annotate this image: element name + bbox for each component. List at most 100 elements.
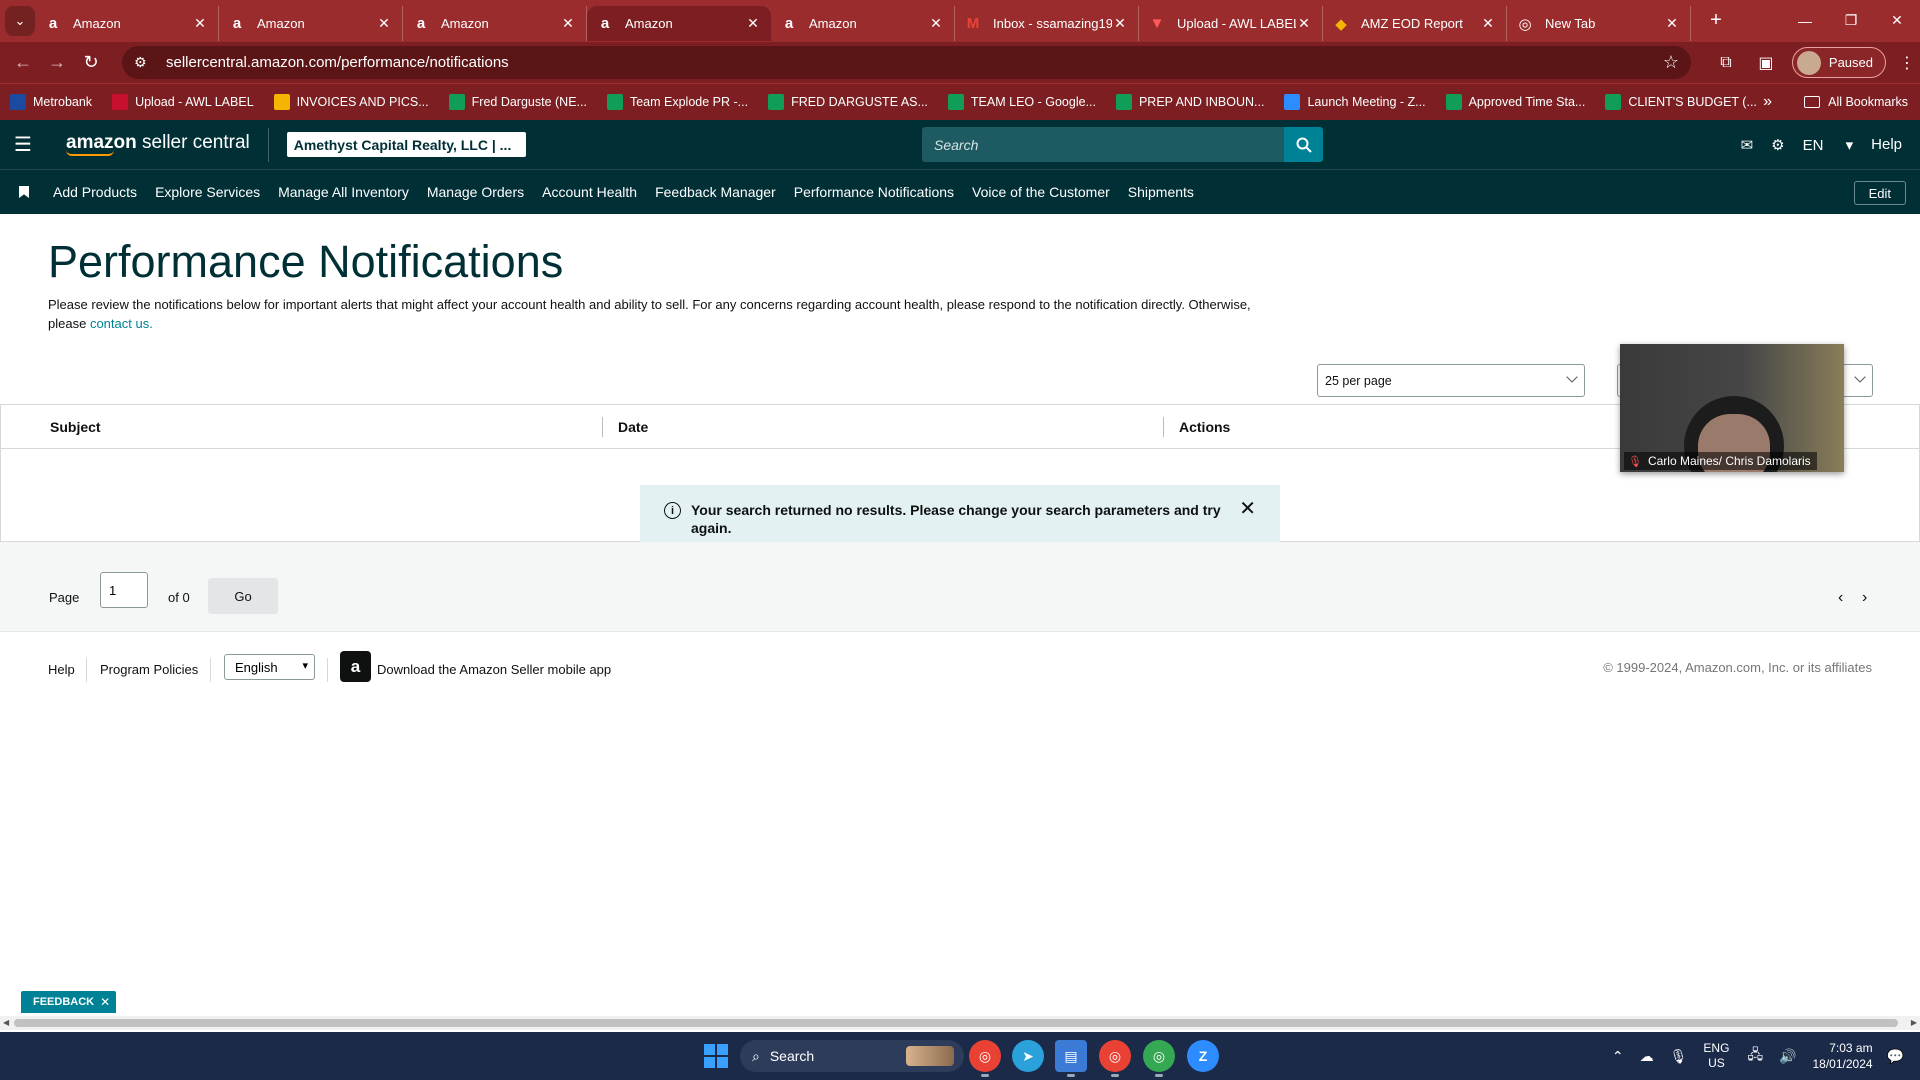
settings-gear-icon[interactable]: ⚙: [1771, 136, 1784, 154]
amazon-app-icon[interactable]: a: [340, 651, 371, 682]
more-bookmarks-icon[interactable]: »: [1763, 93, 1772, 111]
amazon-seller-central-logo[interactable]: amazon seller central: [66, 133, 250, 156]
browser-tab[interactable]: ▼ Upload - AWL LABEL ✕: [1139, 6, 1323, 41]
tab-search-chevron-icon[interactable]: ⌄: [5, 5, 35, 36]
close-icon[interactable]: ✕: [1239, 499, 1256, 519]
url-bar[interactable]: ⚙ sellercentral.amazon.com/performance/n…: [122, 46, 1691, 79]
go-button[interactable]: Go: [208, 578, 278, 614]
mail-icon[interactable]: ✉: [1741, 136, 1754, 154]
chevron-right-icon[interactable]: ›: [1862, 589, 1867, 607]
notepad-icon[interactable]: ▤: [1055, 1040, 1087, 1077]
clock[interactable]: 7:03 am 18/01/2024: [1813, 1040, 1873, 1072]
nav-item-account-health[interactable]: Account Health: [542, 184, 637, 200]
reload-icon[interactable]: ↻: [74, 52, 108, 73]
bookmark-item[interactable]: PREP AND INBOUN...: [1115, 94, 1264, 110]
bookmark-item[interactable]: INVOICES AND PICS...: [273, 94, 429, 110]
extensions-icon[interactable]: ⧉: [1706, 54, 1746, 72]
language-select[interactable]: English ▾: [224, 654, 315, 680]
all-bookmarks[interactable]: All Bookmarks: [1804, 95, 1908, 109]
language-selector[interactable]: EN ▾: [1803, 136, 1854, 154]
nav-item-voice-of-customer[interactable]: Voice of the Customer: [972, 184, 1110, 200]
column-subject[interactable]: Subject: [50, 405, 101, 449]
bookmark-item[interactable]: Launch Meeting - Z...: [1284, 94, 1426, 110]
microphone-icon[interactable]: 🎙: [1670, 1048, 1688, 1065]
scrollbar-thumb[interactable]: [14, 1019, 1898, 1027]
nav-item-add-products[interactable]: Add Products: [53, 184, 137, 200]
column-date[interactable]: Date: [618, 405, 648, 449]
forward-icon[interactable]: →: [40, 52, 74, 73]
chrome-icon[interactable]: ◎: [1143, 1040, 1175, 1077]
search-input[interactable]: [922, 127, 1284, 162]
nav-item-manage-inventory[interactable]: Manage All Inventory: [278, 184, 409, 200]
horizontal-scrollbar[interactable]: ◀ ▶: [0, 1016, 1920, 1030]
browser-tab[interactable]: a Amazon ✕: [403, 6, 587, 41]
more-menu-icon[interactable]: ⋮: [1894, 53, 1920, 73]
new-tab-plus-icon[interactable]: +: [1701, 9, 1731, 32]
restore-icon[interactable]: ❐: [1828, 0, 1874, 41]
profile-button[interactable]: Paused: [1791, 47, 1886, 78]
browser-tab[interactable]: a Amazon ✕: [35, 6, 219, 41]
cloud-off-icon[interactable]: ☁: [1640, 1048, 1654, 1065]
bookmark-item[interactable]: CLIENT'S BUDGET (...: [1605, 94, 1757, 110]
close-icon[interactable]: ✕: [928, 15, 944, 32]
feedback-button[interactable]: FEEDBACK ✕: [21, 991, 117, 1013]
browser-tab[interactable]: ◎ New Tab ✕: [1507, 6, 1691, 41]
nav-item-feedback-manager[interactable]: Feedback Manager: [655, 184, 776, 200]
bookmark-item[interactable]: FRED DARGUSTE AS...: [768, 94, 928, 110]
bookmark-star-icon[interactable]: ☆: [1663, 52, 1679, 73]
close-icon[interactable]: ✕: [1296, 15, 1312, 32]
program-policies-link[interactable]: Program Policies: [100, 662, 198, 677]
input-language[interactable]: ENG US: [1703, 1041, 1729, 1071]
zoom-icon[interactable]: Z: [1187, 1040, 1219, 1072]
close-icon[interactable]: ✕: [1112, 15, 1128, 32]
back-icon[interactable]: ←: [6, 52, 40, 73]
chrome-icon[interactable]: ◎: [1099, 1040, 1131, 1077]
chevron-left-icon[interactable]: ‹: [1838, 589, 1843, 607]
edit-nav-button[interactable]: Edit: [1853, 181, 1906, 205]
side-panel-icon[interactable]: ▣: [1746, 53, 1786, 73]
bookmark-item[interactable]: Team Explode PR -...: [606, 94, 748, 110]
telegram-icon[interactable]: ➤: [1012, 1040, 1044, 1072]
close-icon[interactable]: ✕: [745, 15, 761, 32]
search-icon[interactable]: [1284, 127, 1323, 162]
browser-tab[interactable]: a Amazon ✕: [771, 6, 955, 41]
help-link[interactable]: Help: [1871, 136, 1902, 153]
nav-item-manage-orders[interactable]: Manage Orders: [427, 184, 524, 200]
taskbar-search[interactable]: ⌕ Search: [740, 1040, 964, 1072]
account-switcher[interactable]: Amethyst Capital Realty, LLC | ...: [286, 132, 526, 157]
browser-tab[interactable]: ◆ AMZ EOD Report ✕: [1323, 6, 1507, 41]
browser-tab[interactable]: M Inbox - ssamazing19 ✕: [955, 6, 1139, 41]
browser-tab-active[interactable]: a Amazon ✕: [587, 6, 771, 41]
minimize-icon[interactable]: —: [1782, 0, 1828, 41]
scroll-left-icon[interactable]: ◀: [3, 1018, 9, 1027]
bookmark-item[interactable]: Approved Time Sta...: [1445, 94, 1585, 110]
scroll-right-icon[interactable]: ▶: [1911, 1018, 1917, 1027]
browser-tab[interactable]: a Amazon ✕: [219, 6, 403, 41]
page-number-input[interactable]: [100, 572, 148, 608]
close-icon[interactable]: ✕: [100, 995, 110, 1009]
chrome-icon[interactable]: ◎: [969, 1040, 1001, 1077]
bookmark-item[interactable]: TEAM LEO - Google...: [947, 94, 1096, 110]
nav-item-explore-services[interactable]: Explore Services: [155, 184, 260, 200]
network-icon[interactable]: 🖧: [1747, 1044, 1763, 1068]
site-info-icon[interactable]: ⚙: [134, 54, 154, 71]
contact-us-link[interactable]: contact us.: [90, 316, 153, 331]
bookmark-item[interactable]: Metrobank: [10, 94, 92, 110]
windows-start-icon[interactable]: [704, 1044, 728, 1068]
chevron-up-icon[interactable]: ⌃: [1612, 1048, 1624, 1065]
nav-item-performance-notifications[interactable]: Performance Notifications: [794, 184, 954, 200]
close-icon[interactable]: ✕: [1480, 15, 1496, 32]
video-call-window[interactable]: 🎙 Carlo Maines/ Chris Damolaris: [1620, 344, 1844, 472]
nav-item-shipments[interactable]: Shipments: [1128, 184, 1194, 200]
volume-icon[interactable]: 🔊: [1779, 1048, 1796, 1065]
bookmark-item[interactable]: Upload - AWL LABEL: [112, 94, 254, 110]
footer-help-link[interactable]: Help: [48, 662, 75, 677]
bookmark-icon[interactable]: [19, 186, 29, 198]
hamburger-menu-icon[interactable]: ☰: [0, 132, 46, 157]
close-icon[interactable]: ✕: [1664, 15, 1680, 32]
close-icon[interactable]: ✕: [560, 15, 576, 32]
close-icon[interactable]: ✕: [376, 15, 392, 32]
close-window-icon[interactable]: ✕: [1874, 0, 1920, 41]
download-app-link[interactable]: Download the Amazon Seller mobile app: [377, 662, 611, 677]
notifications-icon[interactable]: 💬: [1887, 1048, 1904, 1065]
